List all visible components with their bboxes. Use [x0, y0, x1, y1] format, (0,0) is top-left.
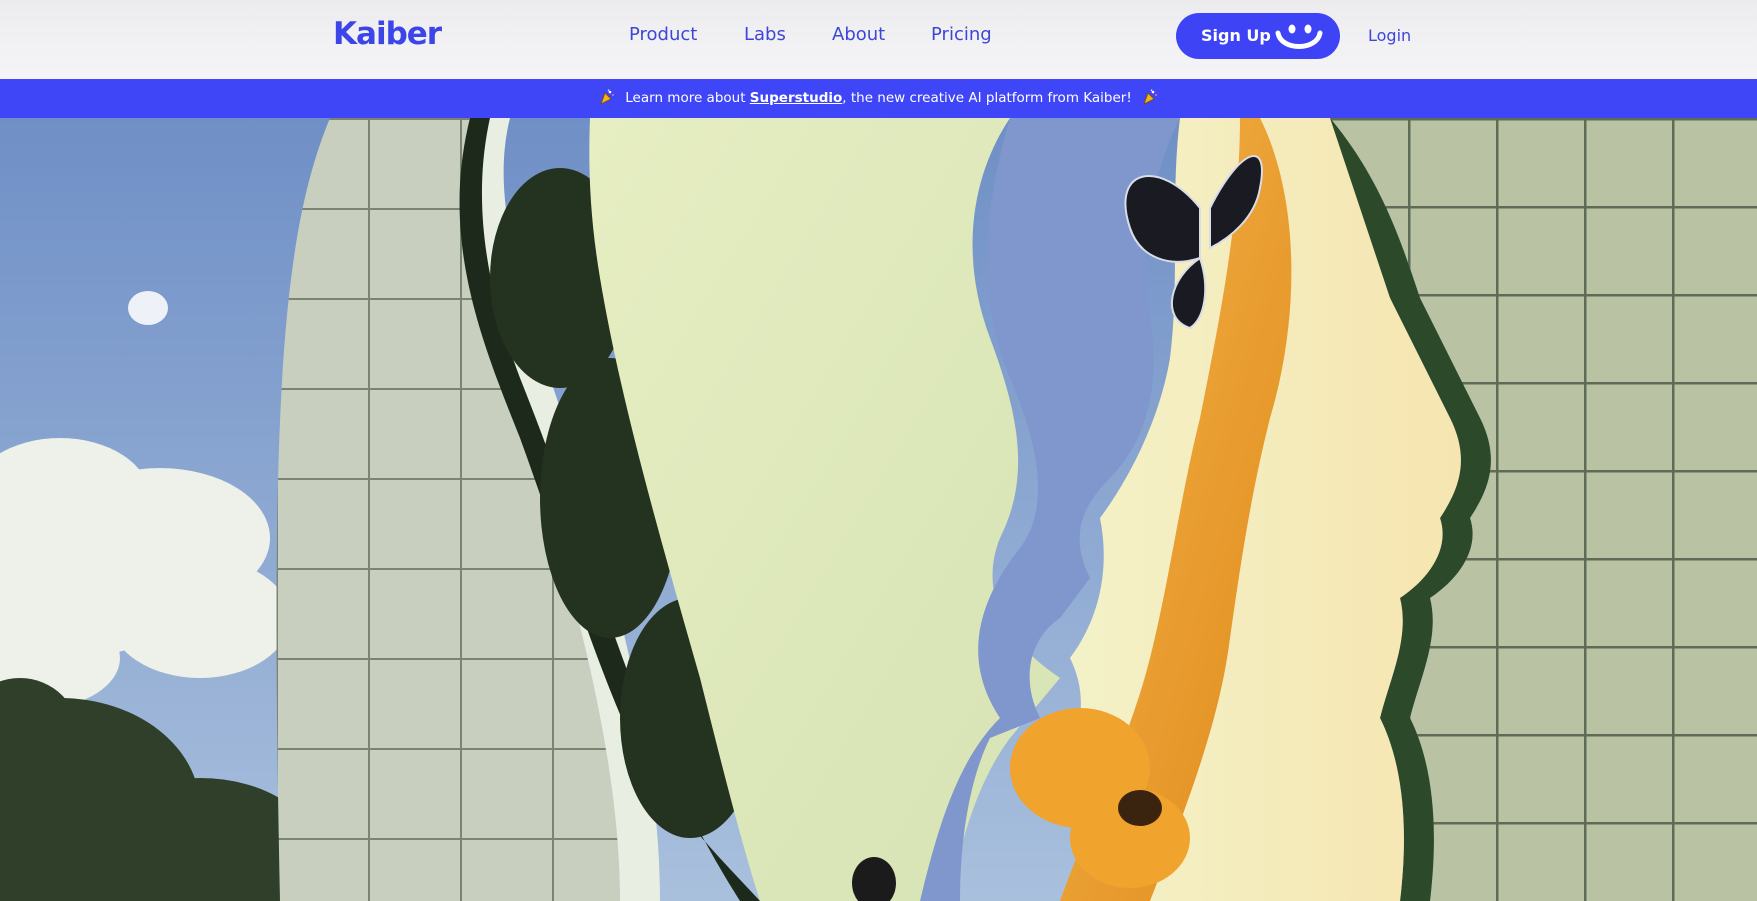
- hero-artwork: [0, 118, 1757, 901]
- nav-product[interactable]: Product: [629, 24, 697, 45]
- banner-suffix: , the new creative AI platform from Kaib…: [842, 90, 1132, 106]
- nav-about[interactable]: About: [832, 24, 885, 45]
- smile-icon: [1275, 24, 1323, 49]
- nav-labs[interactable]: Labs: [744, 24, 786, 45]
- signup-label: Sign Up: [1201, 26, 1271, 45]
- hero-illustration: [0, 118, 1757, 901]
- kaiber-logo[interactable]: Kaiber: [333, 16, 442, 52]
- site-header: Kaiber Product Labs About Pricing Sign U…: [0, 0, 1757, 79]
- announcement-banner: Learn more about Superstudio, the new cr…: [0, 79, 1757, 118]
- login-link[interactable]: Login: [1368, 26, 1411, 45]
- party-popper-icon: [1143, 89, 1157, 105]
- banner-prefix: Learn more about: [625, 90, 750, 106]
- superstudio-link[interactable]: Superstudio: [750, 90, 842, 106]
- nav-pricing[interactable]: Pricing: [931, 24, 992, 45]
- banner-content: Learn more about Superstudio, the new cr…: [589, 79, 1167, 118]
- party-popper-icon: [600, 89, 615, 105]
- signup-button[interactable]: Sign Up: [1176, 13, 1340, 59]
